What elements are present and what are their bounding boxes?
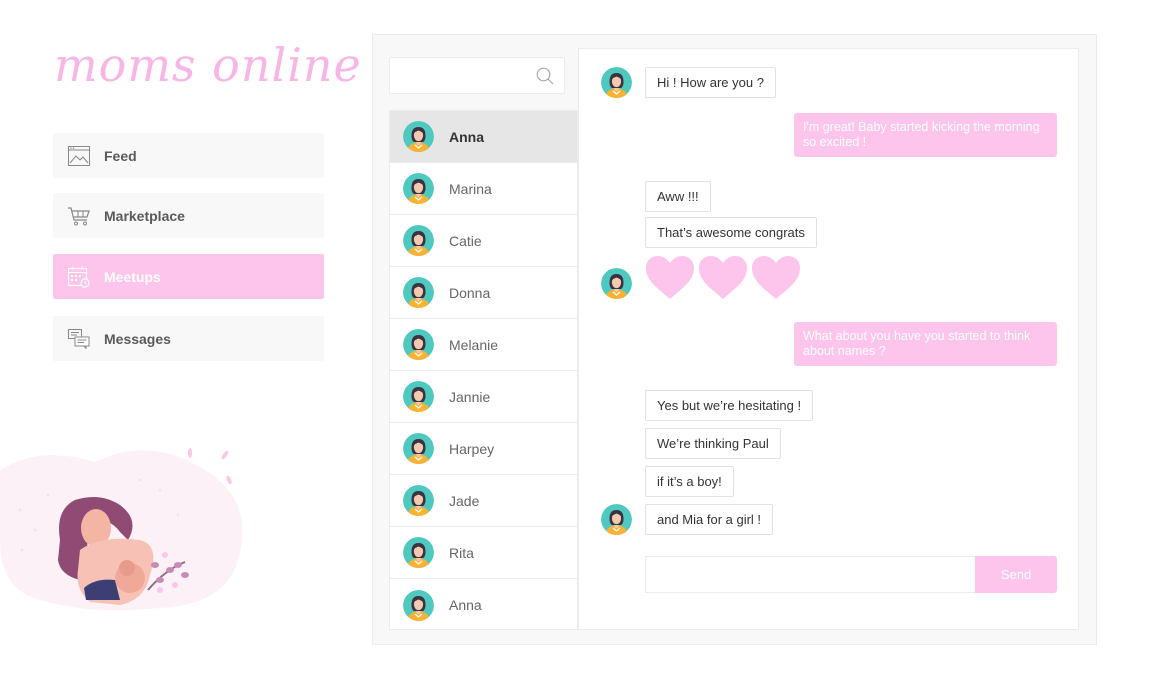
cart-icon (68, 205, 90, 227)
sidebar-item-marketplace[interactable]: Marketplace (53, 193, 324, 238)
send-button[interactable]: Send (975, 556, 1057, 593)
incoming-message: Aww !!! (645, 181, 711, 212)
contact-name: Jannie (449, 388, 491, 405)
outgoing-message: I'm great! Baby started kicking the morn… (794, 113, 1057, 157)
avatar (601, 67, 632, 98)
contact-name: Donna (449, 284, 491, 301)
contact-list: Anna Marina Catie Donna Melanie Jannie H… (389, 110, 578, 630)
incoming-message: Hi ! How are you ? (645, 67, 776, 98)
sidebar-item-meetups[interactable]: Meetups (53, 254, 324, 299)
avatar (403, 225, 434, 256)
contact-item[interactable]: Anna (390, 111, 577, 163)
message-input[interactable] (646, 557, 975, 592)
sidebar-item-label: Feed (104, 147, 137, 164)
contact-name: Jade (449, 492, 480, 509)
contact-item[interactable]: Harpey (390, 423, 577, 475)
contact-item[interactable]: Rita (390, 527, 577, 579)
contact-name: Marina (449, 180, 492, 197)
heart-icon (752, 256, 800, 300)
avatar (403, 537, 434, 568)
incoming-message: That’s awesome congrats (645, 217, 817, 248)
outgoing-message: What about you have you started to think… (794, 322, 1057, 366)
contact-item[interactable]: Donna (390, 267, 577, 319)
sidebar-item-label: Messages (104, 330, 171, 347)
sidebar-item-messages[interactable]: Messages (53, 316, 324, 361)
contact-name: Rita (449, 544, 474, 561)
avatar (403, 381, 434, 412)
contact-name: Harpey (449, 440, 495, 457)
contact-item[interactable]: Catie (390, 215, 577, 267)
avatar (601, 268, 632, 299)
contact-item[interactable]: Anna (390, 579, 577, 631)
avatar (403, 329, 434, 360)
heart-icon (646, 256, 694, 300)
avatar (403, 485, 434, 516)
avatar (403, 277, 434, 308)
avatar (403, 121, 434, 152)
calendar-icon (68, 266, 90, 288)
contact-name: Anna (449, 128, 484, 145)
contact-name: Melanie (449, 336, 499, 353)
contact-item[interactable]: Marina (390, 163, 577, 215)
mother-baby-illustration (0, 448, 243, 611)
message-composer[interactable] (645, 556, 975, 593)
image-icon (68, 145, 90, 167)
avatar (403, 173, 434, 204)
contact-name: Catie (449, 232, 482, 249)
search-icon[interactable] (536, 67, 554, 90)
app-logo: moms online (54, 38, 362, 92)
contact-name: Anna (449, 597, 482, 613)
avatar (403, 433, 434, 464)
avatar (601, 504, 632, 535)
search-input[interactable] (390, 58, 520, 93)
sidebar-item-label: Meetups (104, 268, 161, 285)
incoming-message: if it’s a boy! (645, 466, 734, 497)
hearts-message (646, 256, 800, 300)
contact-item[interactable]: Jannie (390, 371, 577, 423)
contact-item[interactable]: Melanie (390, 319, 577, 371)
avatar (403, 590, 434, 621)
incoming-message: Yes but we’re hesitating ! (645, 390, 814, 421)
contact-item[interactable]: Jade (390, 475, 577, 527)
sidebar-item-feed[interactable]: Feed (53, 133, 324, 178)
messages-icon (68, 328, 90, 350)
contact-search[interactable] (389, 57, 565, 94)
heart-icon (699, 256, 747, 300)
sidebar-item-label: Marketplace (104, 207, 185, 224)
incoming-message: and Mia for a girl ! (645, 504, 774, 535)
incoming-message: We’re thinking Paul (645, 428, 781, 459)
